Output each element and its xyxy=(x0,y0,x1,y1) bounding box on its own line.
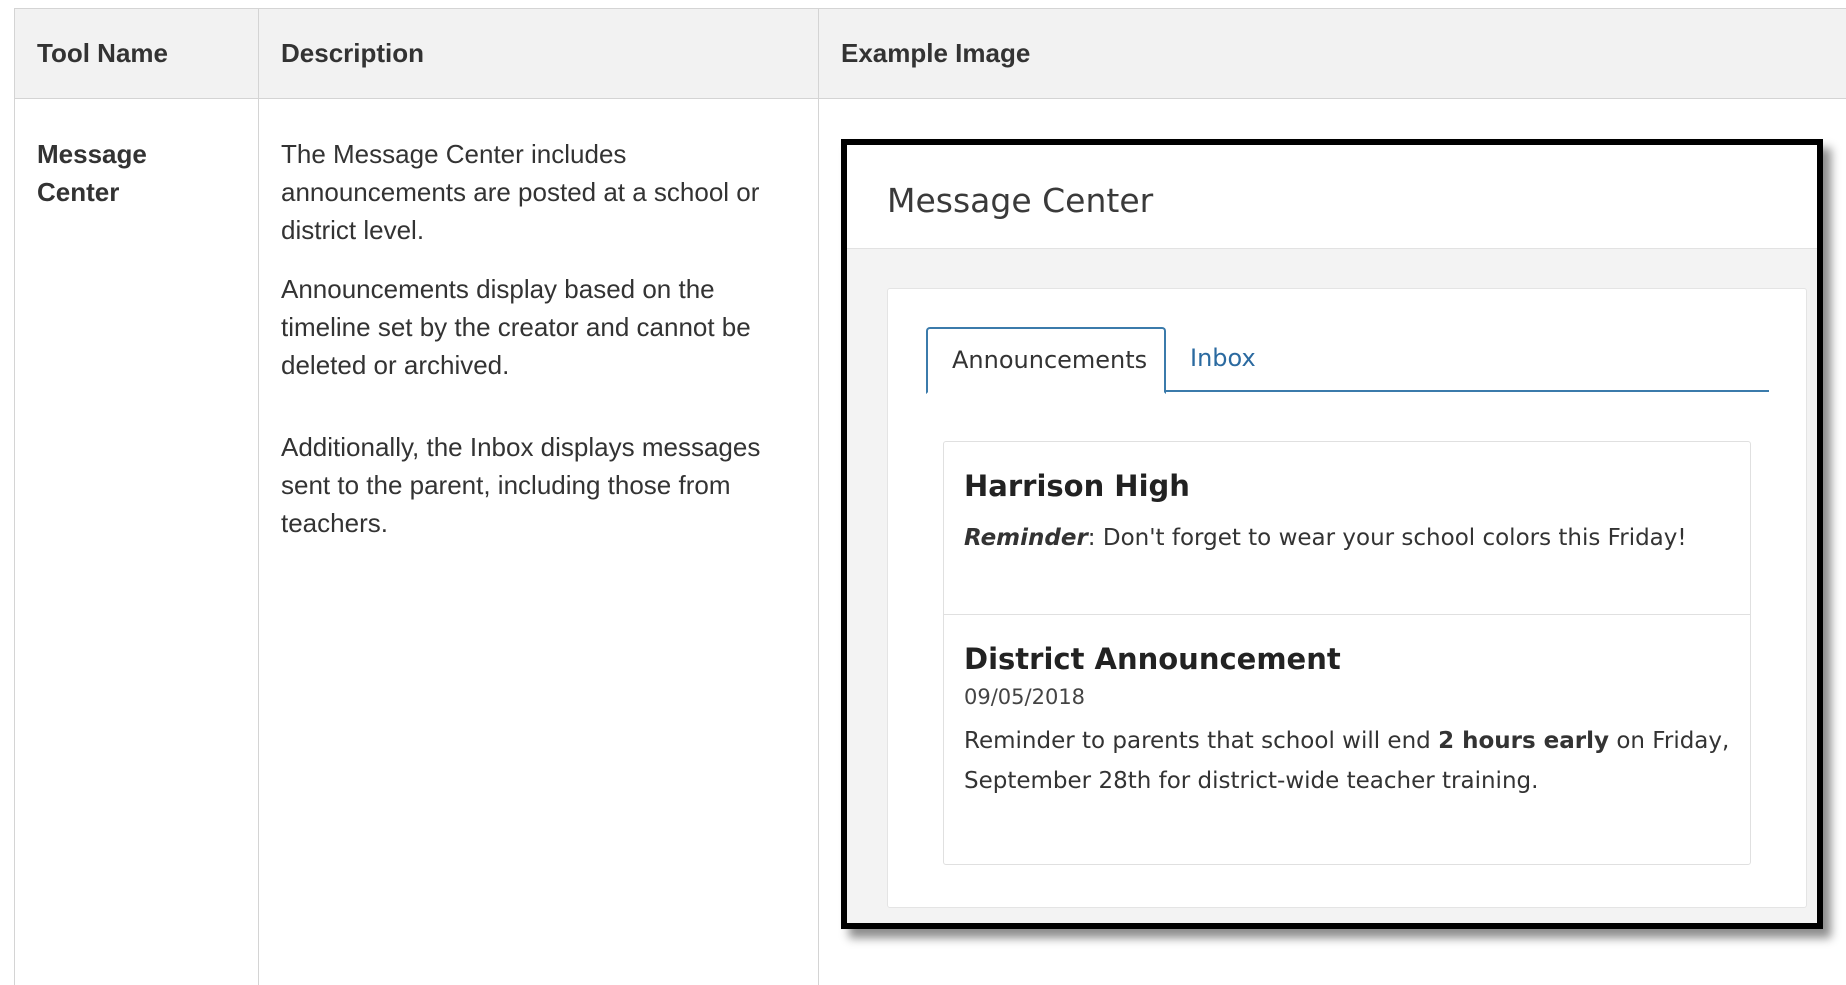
tool-table: Tool Name Description Example Image Mess… xyxy=(14,8,1846,985)
list-item: Harrison High Reminder: Don't forget to … xyxy=(944,442,1750,614)
tab-inbox[interactable]: Inbox xyxy=(1166,327,1280,392)
message-center-title: Message Center xyxy=(847,145,1817,249)
tab-bar: Announcements Inbox xyxy=(926,327,1769,394)
header-description: Description xyxy=(258,8,819,99)
announcement-text: Reminder to parents that school will end xyxy=(964,728,1439,754)
announcement-list: Harrison High Reminder: Don't forget to … xyxy=(943,441,1751,865)
description-paragraph: Announcements display based on the timel… xyxy=(281,274,751,380)
announcement-title: Harrison High xyxy=(964,469,1190,503)
table-row: Message Center The Message Center includ… xyxy=(14,98,1846,985)
description-cell: The Message Center includes announcement… xyxy=(258,98,819,985)
header-example-image: Example Image xyxy=(818,8,1846,99)
announcement-title: District Announcement xyxy=(964,642,1341,676)
message-center-panel: Announcements Inbox Harrison High Remind… xyxy=(887,288,1807,908)
announcement-text: : Don't forget to wear your school color… xyxy=(1087,525,1687,551)
header-tool-name: Tool Name xyxy=(14,8,259,99)
description-paragraph: Additionally, the Inbox displays message… xyxy=(281,432,761,538)
table-header-row: Tool Name Description Example Image xyxy=(14,8,1846,99)
tool-name-cell: Message Center xyxy=(14,98,259,985)
announcement-body: Reminder: Don't forget to wear your scho… xyxy=(964,518,1730,558)
description-paragraph: The Message Center includes announcement… xyxy=(281,139,760,245)
announcement-lead: Reminder xyxy=(964,525,1088,551)
list-item: District Announcement 09/05/2018 Reminde… xyxy=(944,614,1750,801)
announcement-emphasis: 2 hours early xyxy=(1438,728,1610,754)
tab-announcements[interactable]: Announcements xyxy=(926,327,1166,394)
announcement-date: 09/05/2018 xyxy=(964,685,1086,709)
example-image-cell: Message Center Announcements Inbox Harri… xyxy=(818,98,1846,985)
announcement-body: Reminder to parents that school will end… xyxy=(964,721,1730,801)
example-screenshot: Message Center Announcements Inbox Harri… xyxy=(841,139,1823,929)
